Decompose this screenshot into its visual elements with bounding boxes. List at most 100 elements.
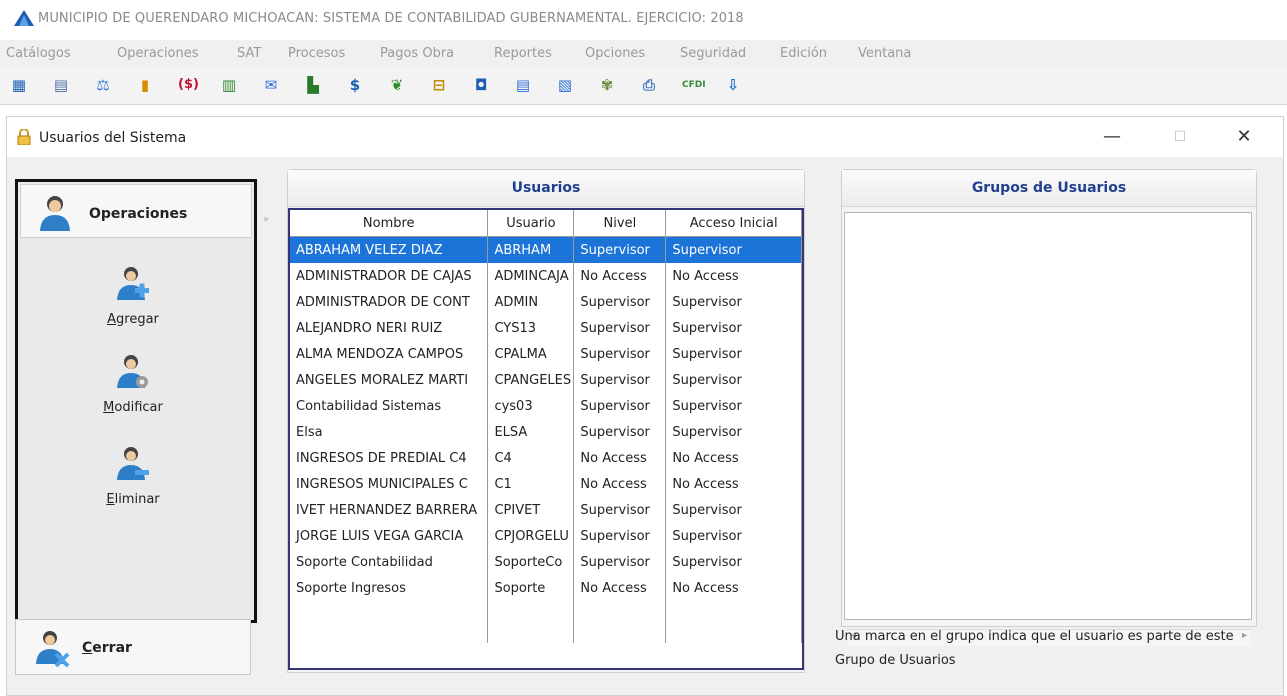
scales-icon[interactable]: ⚖ bbox=[94, 76, 112, 94]
dollar-icon[interactable]: $ bbox=[346, 76, 364, 94]
close-button[interactable]: ✕ bbox=[1229, 125, 1259, 149]
modificar-label: Modificar bbox=[103, 400, 163, 415]
document-icon[interactable]: ▤ bbox=[514, 76, 532, 94]
table-row[interactable]: ANGELES MORALEZ MARTI CPANGELES Supervisor… bbox=[290, 367, 802, 393]
minimize-button[interactable]: — bbox=[1097, 125, 1127, 149]
building-icon[interactable]: ▙ bbox=[304, 76, 322, 94]
table-row[interactable]: INGRESOS MUNICIPALES C C1 No Access No Acce… bbox=[290, 471, 802, 497]
empty-cell bbox=[573, 601, 667, 643]
column-header-nivel[interactable]: Nivel bbox=[573, 210, 667, 237]
table-row[interactable]: ADMINISTRADOR DE CAJAS ADMINCAJA No Access… bbox=[290, 263, 802, 289]
usuarios-title: Usuarios bbox=[511, 180, 581, 196]
page-icon[interactable]: ▧ bbox=[556, 76, 574, 94]
money-bracket-icon[interactable]: ($) bbox=[178, 76, 199, 94]
cell-usuario: ELSA bbox=[487, 419, 575, 445]
table-row[interactable]: INGRESOS DE PREDIAL C4 C4 No Access No Acce… bbox=[290, 445, 802, 471]
basket-icon[interactable]: ⊟ bbox=[430, 76, 448, 94]
cell-nivel: No Access bbox=[573, 575, 667, 601]
grupos-header: Grupos de Usuarios bbox=[842, 170, 1256, 207]
cell-acceso-inicial: Supervisor bbox=[665, 393, 802, 419]
columns-icon[interactable]: ▥ bbox=[220, 76, 238, 94]
operations-panel: Operaciones Agregar Modificar Eliminar bbox=[15, 179, 257, 623]
cell-acceso-inicial: Supervisor bbox=[665, 341, 802, 367]
export-icon[interactable]: ⇩ bbox=[724, 76, 742, 94]
calendar-icon[interactable]: ▤ bbox=[52, 76, 70, 94]
table-row[interactable]: Soporte Ingresos Soporte No Access No Acces… bbox=[290, 575, 802, 601]
table-row[interactable]: ALMA MENDOZA CAMPOS CPALMA Supervisor Super… bbox=[290, 341, 802, 367]
maximize-button[interactable]: ☐ bbox=[1165, 125, 1195, 149]
column-header-acceso-inicial[interactable]: Acceso Inicial bbox=[665, 210, 802, 237]
modificar-button[interactable]: Modificar bbox=[78, 352, 188, 415]
agregar-button[interactable]: Agregar bbox=[78, 264, 188, 327]
table-row[interactable]: Contabilidad Sistemas cys03 Supervisor Supe… bbox=[290, 393, 802, 419]
cell-nivel: Supervisor bbox=[573, 393, 667, 419]
book-icon[interactable]: ◘ bbox=[472, 76, 490, 94]
empty-cell bbox=[665, 601, 802, 643]
cell-nivel: Supervisor bbox=[573, 315, 667, 341]
menu-reportes[interactable]: Reportes bbox=[494, 46, 552, 61]
cell-nombre: ANGELES MORALEZ MARTI bbox=[290, 367, 489, 393]
cell-nivel: Supervisor bbox=[573, 497, 667, 523]
cell-acceso-inicial: No Access bbox=[665, 445, 802, 471]
cell-nombre: JORGE LUIS VEGA GARCIA bbox=[290, 523, 489, 549]
bar-chart-icon[interactable]: ▮ bbox=[136, 76, 154, 94]
usuarios-window: Usuarios del Sistema — ☐ ✕ Operaciones A… bbox=[6, 116, 1284, 696]
menu-operaciones[interactable]: Operaciones bbox=[117, 46, 199, 61]
table-row[interactable]: ABRAHAM VELEZ DIAZ ABRHAM Supervisor Superv… bbox=[290, 236, 802, 263]
user-icon bbox=[40, 196, 70, 231]
cell-nombre: ADMINISTRADOR DE CONT bbox=[290, 289, 489, 315]
operations-header[interactable]: Operaciones bbox=[20, 184, 252, 238]
cell-usuario: CPANGELES bbox=[487, 367, 575, 393]
splitter-arrow-icon[interactable]: » bbox=[263, 214, 269, 225]
operations-label: Operaciones bbox=[89, 206, 188, 222]
cerrar-button[interactable]: Cerrar bbox=[15, 619, 251, 675]
menu-catalogos[interactable]: Catálogos bbox=[6, 46, 71, 61]
printer-icon[interactable]: ⎙ bbox=[640, 76, 658, 94]
menu-ventana[interactable]: Ventana bbox=[858, 46, 911, 61]
cell-usuario: CPJORGELU bbox=[487, 523, 575, 549]
cell-acceso-inicial: Supervisor bbox=[665, 367, 802, 393]
eliminar-button[interactable]: Eliminar bbox=[78, 444, 188, 507]
cell-acceso-inicial: No Access bbox=[665, 575, 802, 601]
table-row[interactable]: ADMINISTRADOR DE CONT ADMIN Supervisor Supe… bbox=[290, 289, 802, 315]
leaf-icon[interactable]: ❦ bbox=[388, 76, 406, 94]
table-row[interactable]: Elsa ELSA Supervisor Supervisor bbox=[290, 419, 802, 445]
grupos-panel: Grupos de Usuarios ◂ ▸ bbox=[841, 169, 1257, 646]
table-row[interactable]: ALEJANDRO NERI RUIZ CYS13 Supervisor Superv… bbox=[290, 315, 802, 341]
cell-usuario: ADMINCAJA bbox=[487, 263, 575, 289]
menu-edicion[interactable]: Edición bbox=[780, 46, 827, 61]
empty-cell bbox=[487, 601, 575, 643]
mail-icon[interactable]: ✉ bbox=[262, 76, 280, 94]
grid-icon[interactable]: ▦ bbox=[10, 76, 28, 94]
cell-nombre: Soporte Ingresos bbox=[290, 575, 489, 601]
usuarios-grid[interactable]: Nombre Usuario Nivel Acceso Inicial ABRA… bbox=[288, 208, 804, 670]
cell-nombre: Soporte Contabilidad bbox=[290, 549, 489, 575]
empty-cell bbox=[290, 601, 489, 643]
app-title: MUNICIPIO DE QUERENDARO MICHOACAN: SISTE… bbox=[38, 11, 744, 26]
cell-usuario: CPIVET bbox=[487, 497, 575, 523]
cell-acceso-inicial: Supervisor bbox=[665, 289, 802, 315]
table-row[interactable]: Soporte Contabilidad SoporteCo Supervisor S… bbox=[290, 549, 802, 575]
column-header-nombre[interactable]: Nombre bbox=[290, 210, 489, 237]
menu-sat[interactable]: SAT bbox=[237, 46, 261, 61]
menu-pagos-obra[interactable]: Pagos Obra bbox=[380, 46, 454, 61]
menu-seguridad[interactable]: Seguridad bbox=[680, 46, 746, 61]
menu-procesos[interactable]: Procesos bbox=[288, 46, 345, 61]
cell-nombre: ADMINISTRADOR DE CAJAS bbox=[290, 263, 489, 289]
column-header-usuario[interactable]: Usuario bbox=[487, 210, 575, 237]
cell-usuario: C4 bbox=[487, 445, 575, 471]
palette-icon[interactable]: ✾ bbox=[598, 76, 616, 94]
close-user-icon bbox=[36, 631, 70, 668]
cell-nivel: Supervisor bbox=[573, 236, 667, 263]
cell-nivel: Supervisor bbox=[573, 523, 667, 549]
menu-opciones[interactable]: Opciones bbox=[585, 46, 645, 61]
table-row[interactable]: JORGE LUIS VEGA GARCIA CPJORGELU Superviso… bbox=[290, 523, 802, 549]
window-titlebar: Usuarios del Sistema — ☐ ✕ bbox=[7, 117, 1283, 157]
cfdi-icon[interactable]: CFDI bbox=[682, 76, 706, 94]
table-row[interactable]: IVET HERNANDEZ BARRERA CPIVET Supervisor Su… bbox=[290, 497, 802, 523]
eliminar-label: Eliminar bbox=[106, 492, 160, 507]
grupos-list[interactable]: ◂ ▸ bbox=[844, 212, 1252, 646]
cell-nivel: Supervisor bbox=[573, 549, 667, 575]
cell-nombre: INGRESOS DE PREDIAL C4 bbox=[290, 445, 489, 471]
cell-nombre: IVET HERNANDEZ BARRERA bbox=[290, 497, 489, 523]
